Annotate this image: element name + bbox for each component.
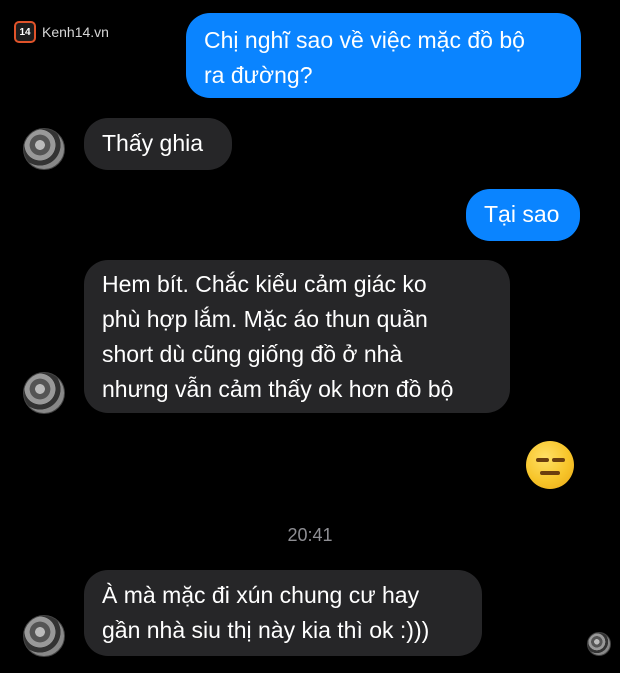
message-line: short dù cũng giống đồ ở nhà	[102, 341, 403, 367]
watermark-site-text: Kenh14.vn	[42, 24, 109, 40]
read-receipt-avatar	[587, 632, 611, 656]
message-line: Thấy ghia	[102, 130, 204, 156]
message-line: phù hợp lắm. Mặc áo thun quần	[102, 306, 428, 332]
message-line: ra đường?	[204, 62, 313, 88]
outgoing-message-bubble[interactable]: Tại sao	[466, 189, 580, 241]
outgoing-message-bubble[interactable]: Chị nghĩ sao về việc mặc đồ bộ ra đường?	[186, 13, 581, 98]
message-line: gần nhà siu thị này kia thì ok :)))	[102, 617, 430, 643]
emoji-eye-right	[552, 458, 565, 462]
message-line: Tại sao	[484, 201, 560, 227]
expressionless-face-emoji-icon[interactable]	[526, 441, 574, 489]
contact-avatar[interactable]	[23, 128, 65, 170]
incoming-message-bubble[interactable]: Hem bít. Chắc kiểu cảm giác ko phù hợp l…	[84, 260, 510, 413]
emoji-eye-left	[536, 458, 549, 462]
contact-avatar[interactable]	[23, 372, 65, 414]
message-line: Hem bít. Chắc kiểu cảm giác ko	[102, 271, 427, 297]
message-line: À mà mặc đi xún chung cư hay	[102, 582, 420, 608]
message-timestamp: 20:41	[287, 525, 333, 545]
incoming-message-bubble[interactable]: À mà mặc đi xún chung cư hay gần nhà siu…	[84, 570, 482, 656]
contact-avatar[interactable]	[23, 615, 65, 657]
incoming-message-bubble[interactable]: Thấy ghia	[84, 118, 232, 170]
kenh14-watermark: 14 Kenh14.vn	[14, 17, 118, 47]
emoji-mouth	[540, 471, 560, 475]
message-line: Chị nghĩ sao về việc mặc đồ bộ	[204, 27, 525, 53]
kenh14-logo: 14	[14, 21, 36, 43]
message-line: nhưng vẫn cảm thấy ok hơn đồ bộ	[102, 376, 454, 402]
